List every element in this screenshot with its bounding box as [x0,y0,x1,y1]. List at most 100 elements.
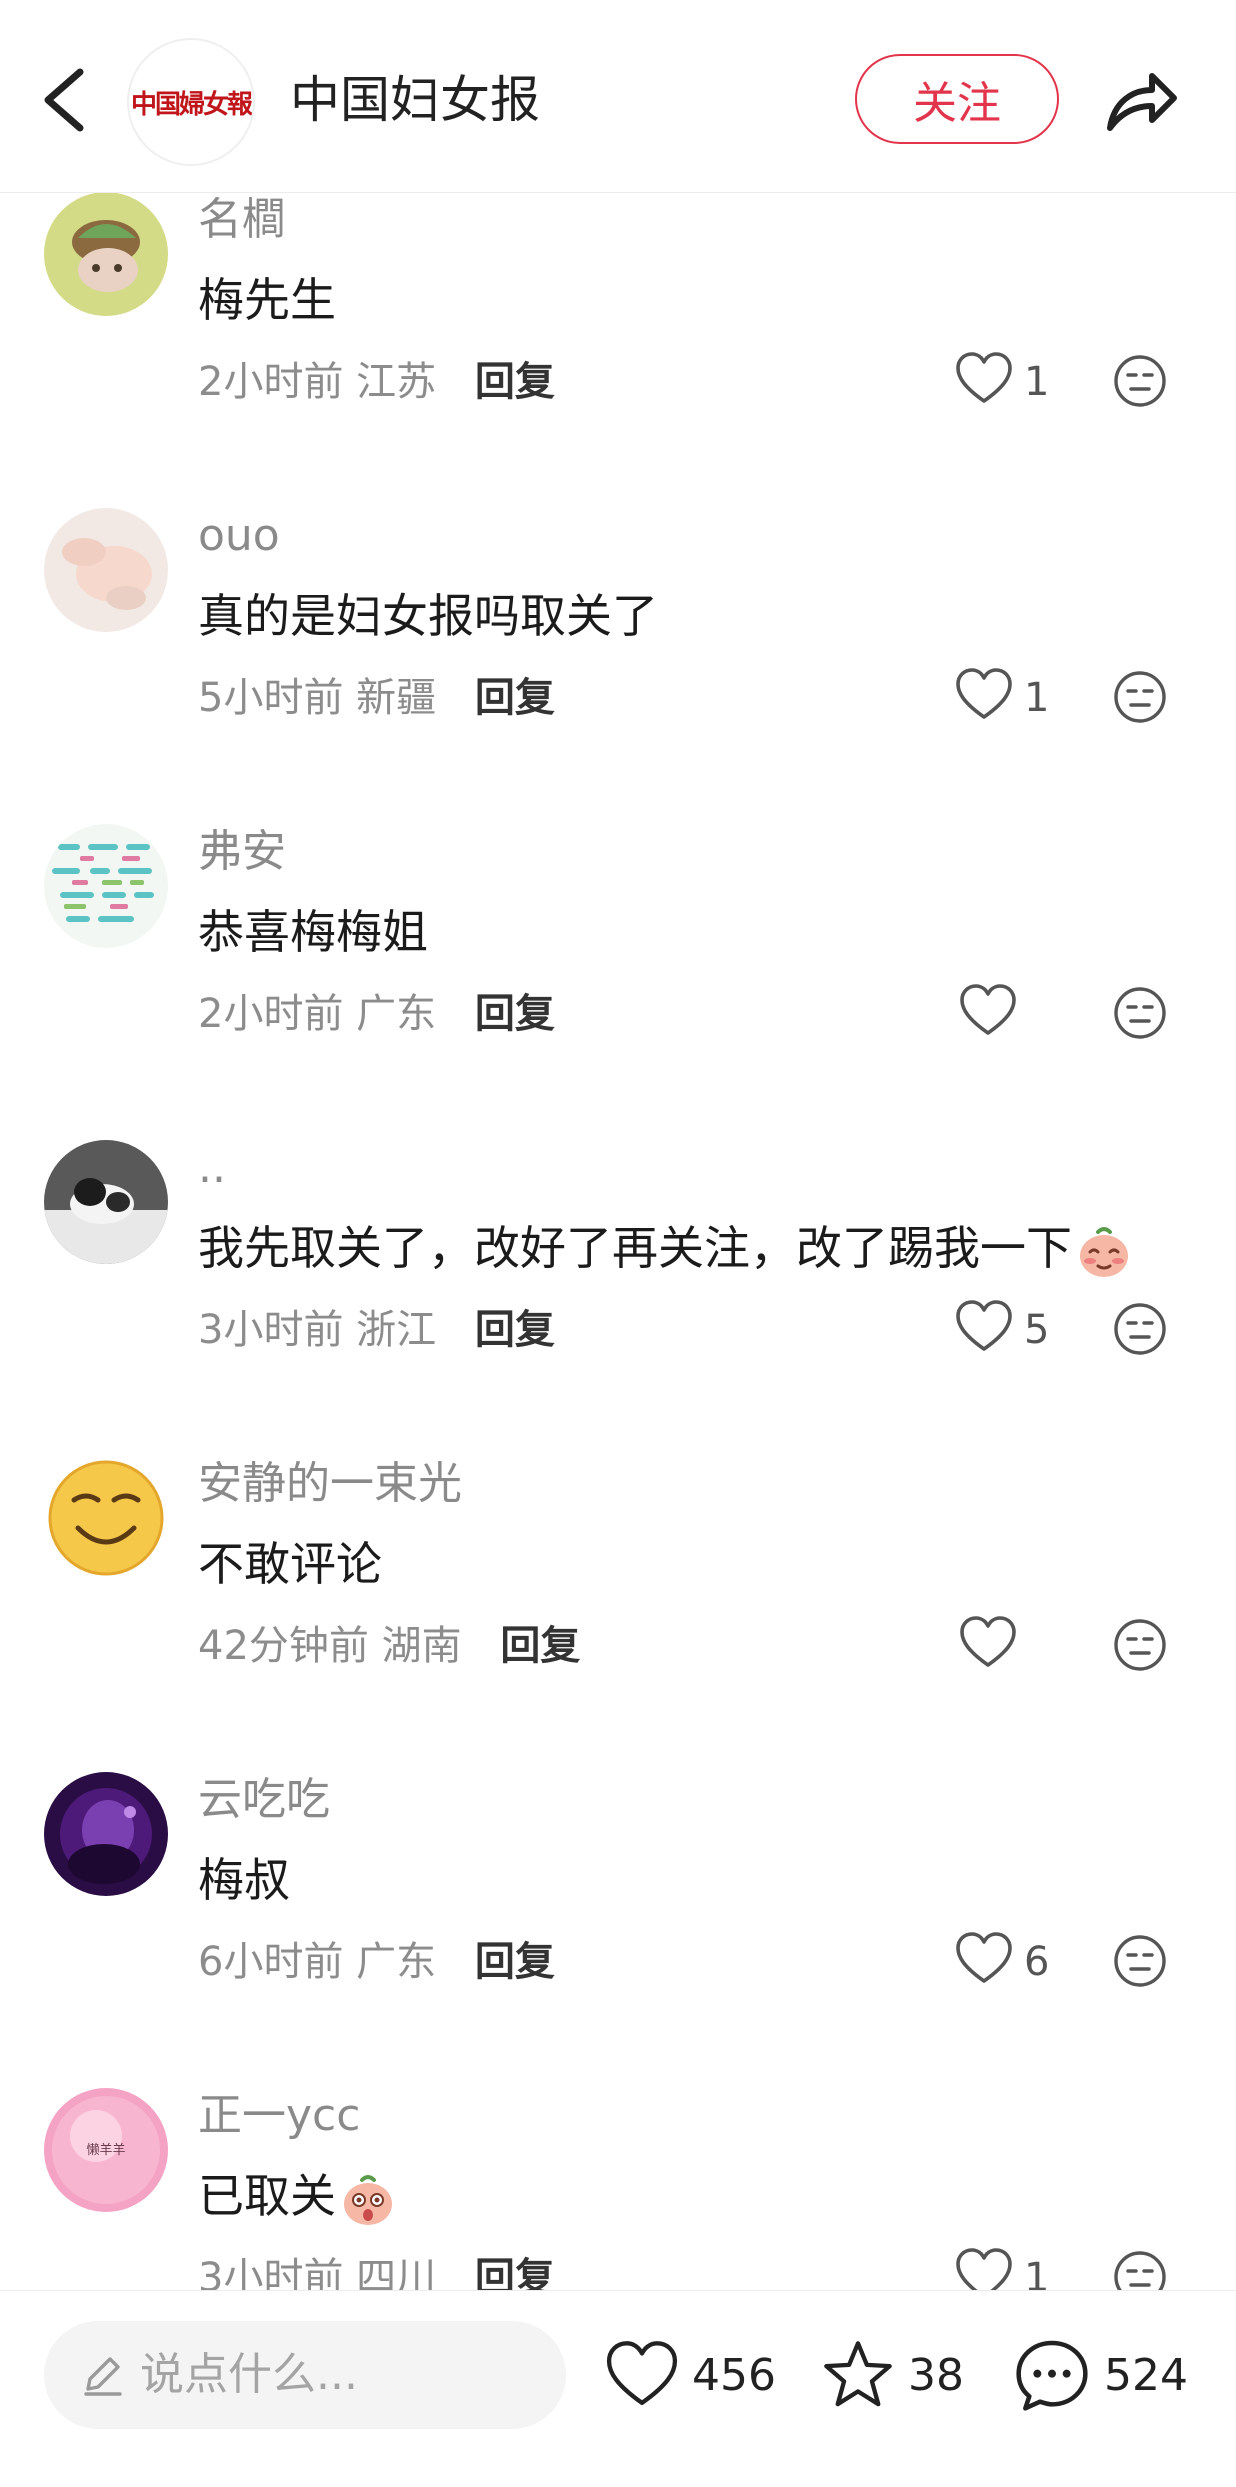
comment-username[interactable]: 名櫚 [198,192,286,250]
share-icon [1107,73,1177,131]
comment-time: 2小时前 [198,991,344,1037]
comment-location: 广东 [356,991,437,1037]
comment-input-placeholder: 说点什么... [140,2349,358,2400]
comment-location: 江苏 [356,359,437,405]
comment-time: 3小时前 [198,1307,344,1353]
comments-button[interactable]: 524 [1012,2321,1188,2429]
avatar[interactable] [44,192,168,316]
heart-icon[interactable] [958,1613,1018,1673]
like-count: 6 [1024,1939,1050,1985]
follow-button[interactable]: 关注 [855,54,1059,144]
neutral-face-icon[interactable] [1112,1301,1168,1357]
comment-text: 真的是妇女报吗取关了 [198,589,658,643]
avatar-image [44,1456,168,1580]
shocked-emoji-icon [344,2174,392,2225]
comment-text: 梅先生 [198,273,336,327]
avatar-image: 懒羊羊 [44,2088,168,2212]
avatar-image [44,1772,168,1896]
like-count: 1 [1024,2255,1050,2290]
neutral-face-icon[interactable] [1112,2249,1168,2290]
comment-item: ouo 真的是妇女报吗取关了 5小时前 新疆 回复 1 [0,508,1236,824]
account-logo-text: 中国婦女報 [130,89,253,120]
comment-item: 懒羊羊 正一ycc 已取关 3小时前 四川 回复 1 [0,2088,1236,2290]
comment-meta: 42分钟前 湖南 回复 [198,1618,580,1674]
top-bar: 中国婦女報 中国妇女报 关注 [0,0,1236,193]
reply-button[interactable]: 回复 [475,1307,555,1353]
comment-username[interactable]: 弗安 [198,822,286,882]
heart-icon[interactable] [954,349,1014,409]
comment-time: 3小时前 [198,2255,344,2290]
comment-location: 浙江 [356,1307,437,1353]
comment-location: 湖南 [381,1623,462,1669]
neutral-face-icon[interactable] [1112,353,1168,409]
account-name[interactable]: 中国妇女报 [290,64,540,136]
heart-icon[interactable] [954,665,1014,725]
comment-time: 2小时前 [198,359,344,405]
heart-icon[interactable] [958,981,1018,1041]
comment-bubble-icon [1016,2340,1088,2411]
avatar[interactable] [44,824,168,948]
comment-text-content: 我先取关了，改好了再关注，改了踢我一下 [198,1221,1072,1275]
comment-meta: 3小时前 浙江 回复 [198,1302,555,1358]
comment-meta: 5小时前 新疆 回复 [198,670,555,726]
reply-button[interactable]: 回复 [475,2255,555,2290]
comment-location: 四川 [356,2255,437,2290]
comment-location: 广东 [356,1939,437,1985]
reply-button[interactable]: 回复 [500,1623,580,1669]
like-button[interactable]: 456 [604,2321,776,2429]
avatar-text: 懒羊羊 [86,2142,125,2158]
star-icon [824,2341,892,2407]
favorite-button[interactable]: 38 [820,2321,964,2429]
avatar[interactable] [44,1140,168,1264]
avatar[interactable]: 懒羊羊 [44,2088,168,2212]
comment-item: .. 我先取关了，改好了再关注，改了踢我一下 3小时前 浙江 回复 5 [0,1140,1236,1456]
comment-text: 梅叔 [198,1853,290,1907]
comment-item: 弗安 恭喜梅梅姐 2小时前 广东 回复 [0,824,1236,1140]
back-icon [44,68,84,132]
comment-username[interactable]: 云吃吃 [198,1770,330,1830]
neutral-face-icon[interactable] [1112,669,1168,725]
account-avatar[interactable]: 中国婦女報 [127,38,255,166]
reply-button[interactable]: 回复 [475,991,555,1037]
comment-list: 名櫚 梅先生 2小时前 江苏 回复 1 ouo 真的是妇女报吗取关了 5小时前 … [0,192,1236,2290]
comment-text: 不敢评论 [198,1537,382,1591]
comment-item: 名櫚 梅先生 2小时前 江苏 回复 1 [0,192,1236,508]
comment-username[interactable]: 正一ycc [198,2086,360,2146]
reply-button[interactable]: 回复 [475,1939,555,1985]
like-count: 5 [1024,1307,1050,1353]
comment-meta: 2小时前 江苏 回复 [198,354,555,410]
comment-username[interactable]: 安静的一束光 [198,1454,462,1514]
blush-emoji-icon [1080,1226,1128,1277]
reply-button[interactable]: 回复 [475,675,555,721]
comment-text: 恭喜梅梅姐 [198,905,428,959]
comment-item: 安静的一束光 不敢评论 42分钟前 湖南 回复 [0,1456,1236,1772]
comment-meta: 2小时前 广东 回复 [198,986,555,1042]
heart-icon[interactable] [954,2245,1014,2290]
comment-text: 已取关 [198,2164,396,2228]
neutral-face-icon[interactable] [1112,1617,1168,1673]
reply-button[interactable]: 回复 [475,359,555,405]
comment-time: 42分钟前 [198,1623,369,1669]
heart-icon[interactable] [954,1929,1014,1989]
comment-meta: 3小时前 四川 回复 [198,2250,555,2290]
avatar-image [44,1140,168,1264]
comment-time: 6小时前 [198,1939,344,1985]
like-total: 456 [692,2349,776,2401]
avatar-image [44,824,168,948]
heart-icon [606,2341,678,2406]
neutral-face-icon[interactable] [1112,1933,1168,1989]
back-button[interactable] [30,58,100,142]
avatar[interactable] [44,508,168,632]
avatar-image [44,192,168,316]
share-button[interactable] [1098,58,1184,144]
avatar-image [44,508,168,632]
comment-input[interactable]: 说点什么... [44,2321,566,2429]
avatar[interactable] [44,1456,168,1580]
comment-username[interactable]: .. [198,1138,226,1198]
heart-icon[interactable] [954,1297,1014,1357]
neutral-face-icon[interactable] [1112,985,1168,1041]
comment-item: 云吃吃 梅叔 6小时前 广东 回复 6 [0,1772,1236,2088]
like-count: 1 [1024,359,1050,405]
avatar[interactable] [44,1772,168,1896]
comment-username[interactable]: ouo [198,506,280,566]
